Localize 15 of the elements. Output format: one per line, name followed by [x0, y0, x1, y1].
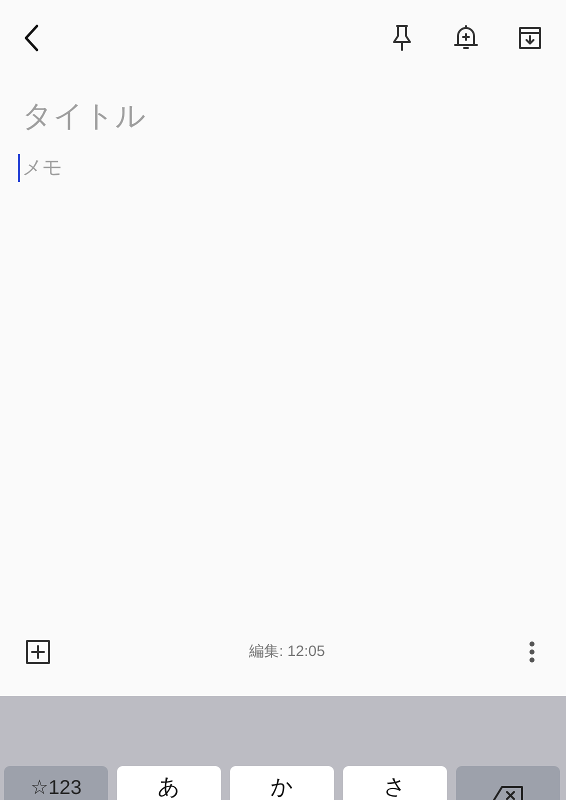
- back-icon: [23, 24, 39, 52]
- kana-key[interactable]: さ: [343, 766, 447, 800]
- edited-time: 編集: 12:05: [249, 642, 325, 662]
- title-field[interactable]: タイトル: [22, 97, 544, 137]
- backspace-icon: [492, 784, 524, 800]
- pin-icon: [391, 24, 413, 52]
- archive-icon: [517, 24, 543, 50]
- delete-key[interactable]: [456, 766, 560, 800]
- add-button[interactable]: [24, 638, 52, 666]
- bell-plus-icon: [453, 24, 479, 52]
- more-icon: [529, 641, 535, 663]
- symbols-key[interactable]: ☆123: [4, 766, 108, 800]
- kana-key[interactable]: あ: [117, 766, 221, 800]
- plus-box-icon: [25, 639, 51, 665]
- kana-key[interactable]: か: [230, 766, 334, 800]
